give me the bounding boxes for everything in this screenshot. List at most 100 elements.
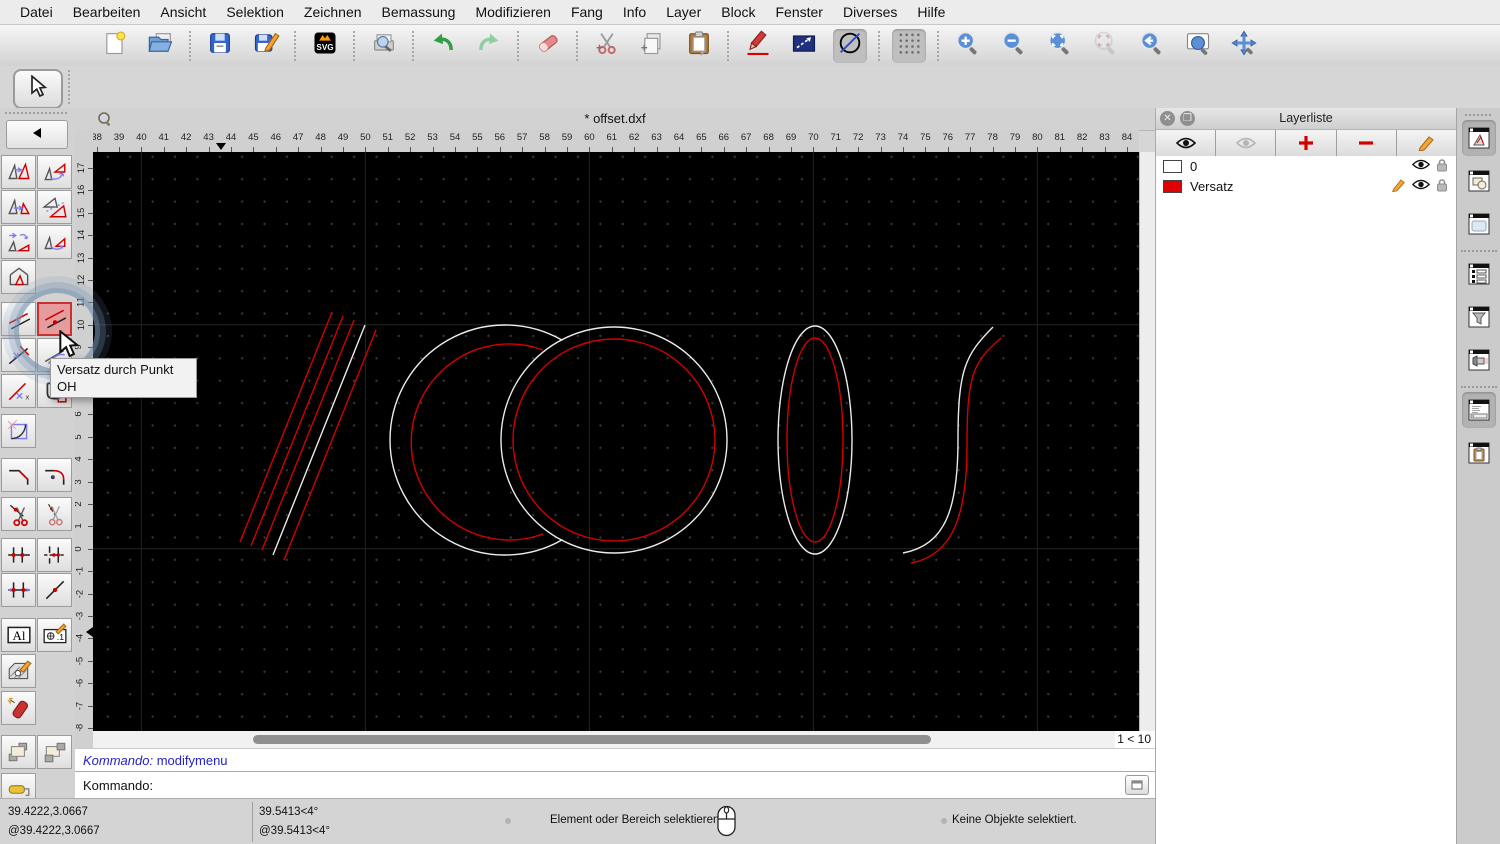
tool-chamfer[interactable] — [1, 458, 36, 492]
command-toggle-button[interactable] — [1125, 775, 1149, 795]
tool-explode[interactable] — [1, 691, 36, 725]
dock-button-block-list[interactable] — [1462, 163, 1496, 199]
tool-divide[interactable] — [1, 497, 36, 531]
command-input[interactable] — [159, 774, 1125, 796]
show-all-layers-button[interactable] — [1156, 130, 1217, 156]
tool-arc-box[interactable] — [1, 414, 36, 448]
menu-item-layer[interactable]: Layer — [656, 4, 711, 20]
tool-move[interactable] — [1, 155, 36, 189]
copy-button[interactable] — [636, 29, 670, 63]
layer-visibility-eye-icon[interactable] — [1411, 158, 1431, 174]
menu-item-bearbeiten[interactable]: Bearbeiten — [63, 4, 151, 20]
zoom-window-button[interactable] — [1181, 29, 1215, 63]
tool-fillet[interactable] — [37, 458, 72, 492]
dock-button-reference-view[interactable] — [1462, 342, 1496, 378]
tool-mirror[interactable] — [1, 190, 36, 224]
delete-button[interactable] — [531, 29, 565, 63]
menu-item-ansicht[interactable]: Ansicht — [150, 4, 216, 20]
tool-flip[interactable] — [1, 260, 36, 294]
menu-item-info[interactable]: Info — [613, 4, 656, 20]
palette-drag-handle[interactable] — [5, 112, 67, 114]
v-ruler-number: -5 — [75, 656, 86, 666]
tool-edit-hatch[interactable] — [1, 654, 36, 688]
menu-item-selektion[interactable]: Selektion — [216, 4, 294, 20]
tool-break-out-segment[interactable] — [37, 538, 72, 572]
horizontal-scrollbar-thumb[interactable] — [253, 735, 931, 744]
h-ruler-number: 47 — [292, 132, 304, 143]
zoom-out-button[interactable] — [997, 29, 1031, 63]
menu-item-fang[interactable]: Fang — [561, 4, 613, 20]
dock-button-selection-filter[interactable] — [1462, 299, 1496, 335]
save-button[interactable] — [203, 29, 237, 63]
menu-item-modifizieren[interactable]: Modifizieren — [465, 4, 560, 20]
dock-button-property-editor[interactable] — [1462, 256, 1496, 292]
layer-edit-pencil-icon[interactable] — [1391, 178, 1406, 195]
v-ruler-number: 12 — [75, 274, 87, 286]
tool-order-to-front[interactable] — [1, 735, 36, 769]
menu-item-datei[interactable]: Datei — [10, 4, 63, 20]
layer-visibility-eye-icon[interactable] — [1411, 178, 1431, 194]
zoom-auto-button[interactable] — [1043, 29, 1077, 63]
horizontal-scrollbar[interactable] — [93, 731, 1115, 748]
remove-layer-button[interactable] — [1336, 130, 1397, 156]
dock-button-command-line[interactable] — [1462, 392, 1496, 428]
paste-button[interactable] — [682, 29, 716, 63]
draw-settings-button[interactable] — [741, 29, 775, 63]
menu-item-hilfe[interactable]: Hilfe — [907, 4, 955, 20]
pencil-icon — [744, 29, 772, 62]
menu-item-diverses[interactable]: Diverses — [833, 4, 907, 20]
tool-offset[interactable] — [1, 302, 36, 336]
tool-scale[interactable] — [37, 190, 72, 224]
tool-break-out-gap[interactable] — [1, 538, 36, 572]
tool-lengthen[interactable]: x — [1, 374, 36, 408]
dock-button-layer-list[interactable] — [1462, 120, 1496, 156]
vertical-scrollbar[interactable] — [1139, 152, 1155, 731]
tool-edit-text[interactable]: Al — [1, 618, 36, 652]
hide-all-layers-button[interactable] — [1216, 130, 1277, 156]
menu-item-block[interactable]: Block — [711, 4, 765, 20]
pointer-tool-button[interactable] — [13, 69, 63, 109]
dock-button-clipboard-panel[interactable] — [1462, 435, 1496, 471]
tool-rotate[interactable] — [37, 155, 72, 189]
dock-button-library-browser[interactable] — [1462, 206, 1496, 242]
drawing-canvas[interactable] — [93, 152, 1139, 731]
layer-row-0[interactable]: 0 — [1156, 156, 1456, 176]
tool-order-to-back[interactable] — [37, 735, 72, 769]
svg-export-button[interactable]: SVG — [308, 29, 342, 63]
layer-lock-icon[interactable] — [1436, 158, 1448, 175]
layer-row-versatz[interactable]: Versatz — [1156, 176, 1456, 196]
print-preview-button[interactable] — [367, 29, 401, 63]
add-layer-button[interactable] — [1276, 130, 1337, 156]
palette-back-button[interactable] — [6, 120, 68, 149]
tool-divide-two[interactable] — [37, 497, 72, 531]
menu-item-bemassung[interactable]: Bemassung — [372, 4, 466, 20]
h-ruler-number: 67 — [740, 132, 752, 143]
save-as-button[interactable] — [249, 29, 283, 63]
tool-edit-dimension[interactable]: .1 — [37, 618, 72, 652]
zoom-previous-icon — [1138, 29, 1166, 62]
zoom-pan-button[interactable] — [1227, 29, 1261, 63]
svg-text:SVG: SVG — [316, 43, 333, 52]
redo-button[interactable] — [472, 29, 506, 63]
dock-strip-handle[interactable] — [1465, 114, 1491, 116]
grid-toggle-button[interactable] — [892, 28, 926, 63]
tool-stretch[interactable] — [1, 338, 36, 372]
zoom-previous-button[interactable] — [1135, 29, 1169, 63]
layer-panel-titlebar: ✕ ❐ Layerliste — [1156, 108, 1456, 130]
open-file-button[interactable] — [144, 29, 178, 63]
tool-split-line[interactable] — [37, 573, 72, 607]
tool-move-rotate[interactable] — [1, 225, 36, 259]
layer-lock-icon[interactable] — [1436, 178, 1448, 195]
zoom-in-button[interactable] — [951, 29, 985, 63]
selection-mode-button[interactable] — [787, 29, 821, 63]
restrict-mode-button[interactable] — [833, 28, 867, 63]
tool-stretch-handles[interactable] — [1, 573, 36, 607]
new-file-button[interactable] — [98, 29, 132, 63]
tool-rotate-two[interactable] — [37, 225, 72, 259]
menu-item-zeichnen[interactable]: Zeichnen — [294, 4, 372, 20]
menu-item-fenster[interactable]: Fenster — [765, 4, 832, 20]
edit-layer-button[interactable] — [1396, 130, 1457, 156]
undo-button[interactable] — [426, 29, 460, 63]
cut-button[interactable] — [590, 29, 624, 63]
zoom-selection-button[interactable] — [1089, 29, 1123, 63]
